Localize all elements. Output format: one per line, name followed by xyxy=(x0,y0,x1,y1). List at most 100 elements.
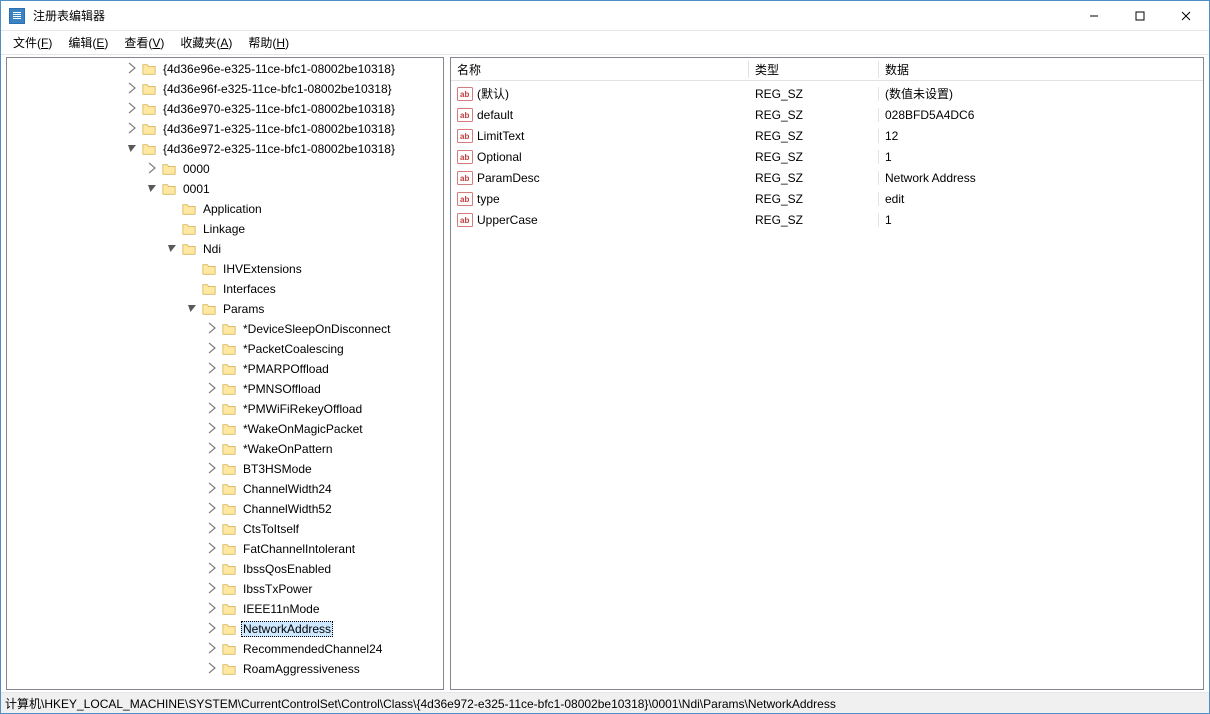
expander-icon[interactable] xyxy=(205,601,221,617)
tree-item-class-guid[interactable]: {4d36e96e-e325-11ce-bfc1-08002be10318} xyxy=(7,59,441,79)
app-icon xyxy=(9,8,25,24)
tree-scroll[interactable]: {4d36e96e-e325-11ce-bfc1-08002be10318}{4… xyxy=(7,58,443,689)
expander-icon[interactable] xyxy=(205,501,221,517)
expander-icon[interactable] xyxy=(125,141,141,157)
expander-icon[interactable] xyxy=(205,401,221,417)
menubar: 文件(F) 编辑(E) 查看(V) 收藏夹(A) 帮助(H) xyxy=(1,31,1209,55)
tree-item-key-application[interactable]: Application xyxy=(7,199,441,219)
value-name: LimitText xyxy=(477,129,524,143)
tree-item-param-packetcoalescing[interactable]: *PacketCoalescing xyxy=(7,339,441,359)
expander-icon[interactable] xyxy=(205,341,221,357)
tree-item-param-channelwidth52[interactable]: ChannelWidth52 xyxy=(7,499,441,519)
tree-item-param-ibsstxpower[interactable]: IbssTxPower xyxy=(7,579,441,599)
tree-item-label: {4d36e971-e325-11ce-bfc1-08002be10318} xyxy=(161,121,397,137)
tree-item-param-wakeonmagicpacket[interactable]: *WakeOnMagicPacket xyxy=(7,419,441,439)
tree-item-param-bt3hsmode[interactable]: BT3HSMode xyxy=(7,459,441,479)
tree-item-class-guid[interactable]: {4d36e96f-e325-11ce-bfc1-08002be10318} xyxy=(7,79,441,99)
expander-icon[interactable] xyxy=(205,321,221,337)
expander-icon[interactable] xyxy=(205,641,221,657)
list-row[interactable]: UpperCaseREG_SZ1 xyxy=(451,209,1203,230)
tree-item-param-devicesleepondisconnect[interactable]: *DeviceSleepOnDisconnect xyxy=(7,319,441,339)
folder-icon xyxy=(201,282,217,296)
list-row[interactable]: typeREG_SZedit xyxy=(451,188,1203,209)
folder-icon xyxy=(201,302,217,316)
list-row[interactable]: (默认)REG_SZ(数值未设置) xyxy=(451,83,1203,104)
tree-item-label: ChannelWidth52 xyxy=(241,501,334,517)
tree-item-label: BT3HSMode xyxy=(241,461,314,477)
window-title: 注册表编辑器 xyxy=(31,7,1071,24)
folder-icon xyxy=(221,562,237,576)
expander-icon[interactable] xyxy=(205,521,221,537)
tree-item-key-ndi[interactable]: Ndi xyxy=(7,239,441,259)
tree-item-param-pmnsoffload[interactable]: *PMNSOffload xyxy=(7,379,441,399)
expander-icon[interactable] xyxy=(185,301,201,317)
tree-item-class-guid[interactable]: {4d36e970-e325-11ce-bfc1-08002be10318} xyxy=(7,99,441,119)
expander-icon[interactable] xyxy=(205,441,221,457)
tree-item-param-channelwidth24[interactable]: ChannelWidth24 xyxy=(7,479,441,499)
list-row[interactable]: defaultREG_SZ028BFD5A4DC6 xyxy=(451,104,1203,125)
expander-icon[interactable] xyxy=(205,381,221,397)
folder-icon xyxy=(221,502,237,516)
tree-item-key-0000[interactable]: 0000 xyxy=(7,159,441,179)
expander-icon[interactable] xyxy=(205,461,221,477)
expander-icon[interactable] xyxy=(125,121,141,137)
expander-icon[interactable] xyxy=(205,581,221,597)
col-header-data[interactable]: 数据 xyxy=(879,61,1203,78)
tree-item-param-ibssqosenabled[interactable]: IbssQosEnabled xyxy=(7,559,441,579)
tree-item-class-guid-972[interactable]: {4d36e972-e325-11ce-bfc1-08002be10318} xyxy=(7,139,441,159)
tree-item-key-0001[interactable]: 0001 xyxy=(7,179,441,199)
tree-item-label: *PMARPOffload xyxy=(241,361,331,377)
expander-icon[interactable] xyxy=(125,101,141,117)
tree-item-param-recommendedchannel24[interactable]: RecommendedChannel24 xyxy=(7,639,441,659)
tree-item-key-linkage[interactable]: Linkage xyxy=(7,219,441,239)
menu-help[interactable]: 帮助(H) xyxy=(240,32,297,53)
tree-item-param-roamaggressiveness[interactable]: RoamAggressiveness xyxy=(7,659,441,679)
value-type: REG_SZ xyxy=(749,108,879,122)
expander-icon[interactable] xyxy=(205,621,221,637)
expander-icon[interactable] xyxy=(145,181,161,197)
tree-item-key-ihvextensions[interactable]: IHVExtensions xyxy=(7,259,441,279)
tree-item-param-pmarpoffload[interactable]: *PMARPOffload xyxy=(7,359,441,379)
value-data: 12 xyxy=(879,129,1203,143)
expander-icon[interactable] xyxy=(205,661,221,677)
titlebar: 注册表编辑器 xyxy=(1,1,1209,31)
menu-view[interactable]: 查看(V) xyxy=(116,32,172,53)
menu-edit[interactable]: 编辑(E) xyxy=(60,32,116,53)
list-row[interactable]: OptionalREG_SZ1 xyxy=(451,146,1203,167)
minimize-button[interactable] xyxy=(1071,1,1117,30)
tree-item-param-wakeonpattern[interactable]: *WakeOnPattern xyxy=(7,439,441,459)
folder-icon xyxy=(221,382,237,396)
expander-icon[interactable] xyxy=(205,541,221,557)
expander-icon[interactable] xyxy=(205,421,221,437)
expander-icon[interactable] xyxy=(205,561,221,577)
expander-icon[interactable] xyxy=(145,161,161,177)
tree-item-key-params[interactable]: Params xyxy=(7,299,441,319)
tree-item-param-ieee11nmode[interactable]: IEEE11nMode xyxy=(7,599,441,619)
string-value-icon xyxy=(457,86,473,102)
expander-icon[interactable] xyxy=(125,61,141,77)
list-scroll[interactable]: 名称 类型 数据 (默认)REG_SZ(数值未设置)defaultREG_SZ0… xyxy=(451,58,1203,689)
tree-item-param-ctstoitself[interactable]: CtsToItself xyxy=(7,519,441,539)
tree-item-label: {4d36e972-e325-11ce-bfc1-08002be10318} xyxy=(161,141,397,157)
value-name: ParamDesc xyxy=(477,171,540,185)
tree-item-label: *PMNSOffload xyxy=(241,381,323,397)
tree-item-class-guid[interactable]: {4d36e971-e325-11ce-bfc1-08002be10318} xyxy=(7,119,441,139)
tree-item-key-interfaces[interactable]: Interfaces xyxy=(7,279,441,299)
col-header-name[interactable]: 名称 xyxy=(451,61,749,78)
expander-icon[interactable] xyxy=(125,81,141,97)
menu-favorites[interactable]: 收藏夹(A) xyxy=(172,32,240,53)
expander-icon[interactable] xyxy=(165,241,181,257)
menu-file[interactable]: 文件(F) xyxy=(5,32,60,53)
tree-item-param-fatchannelintolerant[interactable]: FatChannelIntolerant xyxy=(7,539,441,559)
tree-item-label: 0000 xyxy=(181,161,212,177)
col-header-type[interactable]: 类型 xyxy=(749,61,879,78)
maximize-button[interactable] xyxy=(1117,1,1163,30)
expander-icon[interactable] xyxy=(205,481,221,497)
list-row[interactable]: LimitTextREG_SZ12 xyxy=(451,125,1203,146)
tree-item-param-networkaddress[interactable]: NetworkAddress xyxy=(7,619,441,639)
expander-icon[interactable] xyxy=(205,361,221,377)
tree-item-label: IbssTxPower xyxy=(241,581,314,597)
close-button[interactable] xyxy=(1163,1,1209,30)
list-row[interactable]: ParamDescREG_SZNetwork Address xyxy=(451,167,1203,188)
tree-item-param-pmwifirekeyoffload[interactable]: *PMWiFiRekeyOffload xyxy=(7,399,441,419)
